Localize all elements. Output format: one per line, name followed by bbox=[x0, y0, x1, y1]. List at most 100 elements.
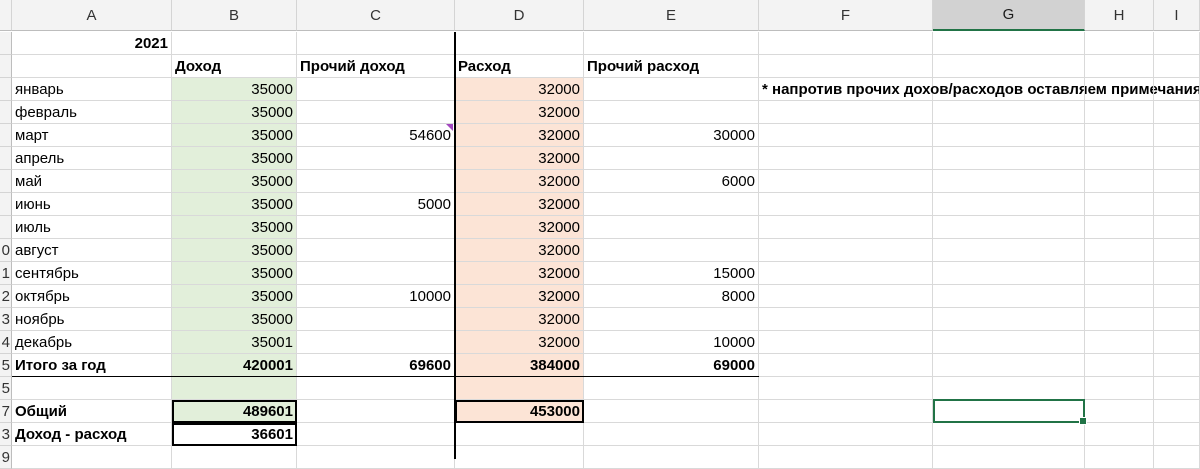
cell-i14[interactable] bbox=[1154, 331, 1200, 354]
cell-c17[interactable] bbox=[297, 400, 455, 423]
month-expense[interactable]: 32000 bbox=[455, 147, 584, 170]
month-label[interactable]: май bbox=[12, 170, 172, 193]
month-other-income[interactable] bbox=[297, 308, 455, 331]
cell-h3[interactable] bbox=[1085, 78, 1154, 101]
column-header-h[interactable]: H bbox=[1085, 0, 1154, 31]
column-header-b[interactable]: B bbox=[172, 0, 297, 31]
cell-g3[interactable] bbox=[933, 78, 1085, 101]
row-header[interactable]: 5 bbox=[0, 354, 12, 377]
cell-f4[interactable] bbox=[759, 101, 933, 124]
cell-i17[interactable] bbox=[1154, 400, 1200, 423]
month-income[interactable]: 35000 bbox=[172, 124, 297, 147]
month-other-expense[interactable] bbox=[584, 193, 759, 216]
cell-f15[interactable] bbox=[759, 354, 933, 377]
cell-d16[interactable] bbox=[455, 377, 584, 400]
row-header[interactable] bbox=[0, 32, 12, 55]
header-other-income[interactable]: Прочий доход bbox=[297, 55, 455, 78]
row-header[interactable]: 3 bbox=[0, 423, 12, 446]
month-income[interactable]: 35000 bbox=[172, 308, 297, 331]
month-other-expense[interactable]: 30000 bbox=[584, 124, 759, 147]
cell-g12[interactable] bbox=[933, 285, 1085, 308]
month-other-expense[interactable]: 8000 bbox=[584, 285, 759, 308]
cell-d1[interactable] bbox=[455, 32, 584, 55]
spreadsheet-grid[interactable]: A B C D E F G H I 0 1 2 3 4 5 5 7 3 9 2021 Доход Прочий доход… bbox=[0, 0, 1200, 469]
month-income[interactable]: 35001 bbox=[172, 331, 297, 354]
cell-i18[interactable] bbox=[1154, 423, 1200, 446]
cell-f16[interactable] bbox=[759, 377, 933, 400]
header-other-expense[interactable]: Прочий расход bbox=[584, 55, 759, 78]
cell-g6[interactable] bbox=[933, 147, 1085, 170]
month-other-income[interactable] bbox=[297, 331, 455, 354]
row-header[interactable]: 9 bbox=[0, 446, 12, 469]
month-label[interactable]: март bbox=[12, 124, 172, 147]
month-other-income[interactable] bbox=[297, 147, 455, 170]
month-income[interactable]: 35000 bbox=[172, 216, 297, 239]
cell-f18[interactable] bbox=[759, 423, 933, 446]
cell-h11[interactable] bbox=[1085, 262, 1154, 285]
cell-f13[interactable] bbox=[759, 308, 933, 331]
totals-expense[interactable]: 384000 bbox=[455, 354, 584, 377]
fill-handle[interactable] bbox=[1079, 417, 1087, 425]
cell-i9[interactable] bbox=[1154, 216, 1200, 239]
totals-income[interactable]: 420001 bbox=[172, 354, 297, 377]
totals-other-income[interactable]: 69600 bbox=[297, 354, 455, 377]
cell-h2[interactable] bbox=[1085, 55, 1154, 78]
month-other-expense[interactable] bbox=[584, 101, 759, 124]
cell-c18[interactable] bbox=[297, 423, 455, 446]
month-other-expense[interactable] bbox=[584, 147, 759, 170]
cell-h18[interactable] bbox=[1085, 423, 1154, 446]
month-other-income[interactable]: 54600 bbox=[297, 124, 455, 147]
cell-a16[interactable] bbox=[12, 377, 172, 400]
month-expense[interactable]: 32000 bbox=[455, 331, 584, 354]
month-label[interactable]: апрель bbox=[12, 147, 172, 170]
month-label[interactable]: сентябрь bbox=[12, 262, 172, 285]
cell-i19[interactable] bbox=[1154, 446, 1200, 469]
month-expense[interactable]: 32000 bbox=[455, 216, 584, 239]
column-header-c[interactable]: C bbox=[297, 0, 455, 31]
cell-g4[interactable] bbox=[933, 101, 1085, 124]
cell-a19[interactable] bbox=[12, 446, 172, 469]
row-header[interactable]: 2 bbox=[0, 285, 12, 308]
month-expense[interactable]: 32000 bbox=[455, 78, 584, 101]
cell-e16[interactable] bbox=[584, 377, 759, 400]
general-expense[interactable]: 453000 bbox=[455, 400, 584, 423]
cell-f8[interactable] bbox=[759, 193, 933, 216]
totals-label[interactable]: Итого за год bbox=[12, 354, 172, 377]
cell-f19[interactable] bbox=[759, 446, 933, 469]
cell-d19[interactable] bbox=[455, 446, 584, 469]
month-expense[interactable]: 32000 bbox=[455, 170, 584, 193]
row-header[interactable] bbox=[0, 78, 12, 101]
cell-h6[interactable] bbox=[1085, 147, 1154, 170]
month-label[interactable]: август bbox=[12, 239, 172, 262]
cell-h9[interactable] bbox=[1085, 216, 1154, 239]
month-expense[interactable]: 32000 bbox=[455, 262, 584, 285]
month-label[interactable]: февраль bbox=[12, 101, 172, 124]
cell-i5[interactable] bbox=[1154, 124, 1200, 147]
cell-i4[interactable] bbox=[1154, 101, 1200, 124]
cell-i1[interactable] bbox=[1154, 32, 1200, 55]
column-header-d[interactable]: D bbox=[455, 0, 584, 31]
cell-b16[interactable] bbox=[172, 377, 297, 400]
cell-h12[interactable] bbox=[1085, 285, 1154, 308]
balance-label[interactable]: Доход - расход bbox=[12, 423, 172, 446]
row-header[interactable] bbox=[0, 55, 12, 78]
cell-i15[interactable] bbox=[1154, 354, 1200, 377]
month-expense[interactable]: 32000 bbox=[455, 124, 584, 147]
comment-indicator[interactable] bbox=[446, 124, 453, 131]
cell-f17[interactable] bbox=[759, 400, 933, 423]
select-all-corner[interactable] bbox=[0, 0, 12, 31]
cell-f2[interactable] bbox=[759, 55, 933, 78]
month-label[interactable]: октябрь bbox=[12, 285, 172, 308]
cell-i6[interactable] bbox=[1154, 147, 1200, 170]
header-expense[interactable]: Расход bbox=[455, 55, 584, 78]
cell-f1[interactable] bbox=[759, 32, 933, 55]
month-income[interactable]: 35000 bbox=[172, 239, 297, 262]
month-expense[interactable]: 32000 bbox=[455, 101, 584, 124]
general-income[interactable]: 489601 bbox=[172, 400, 297, 423]
cell-f5[interactable] bbox=[759, 124, 933, 147]
cell-i7[interactable] bbox=[1154, 170, 1200, 193]
row-header[interactable]: 0 bbox=[0, 239, 12, 262]
cell-a2[interactable] bbox=[12, 55, 172, 78]
cell-f12[interactable] bbox=[759, 285, 933, 308]
month-label[interactable]: июль bbox=[12, 216, 172, 239]
